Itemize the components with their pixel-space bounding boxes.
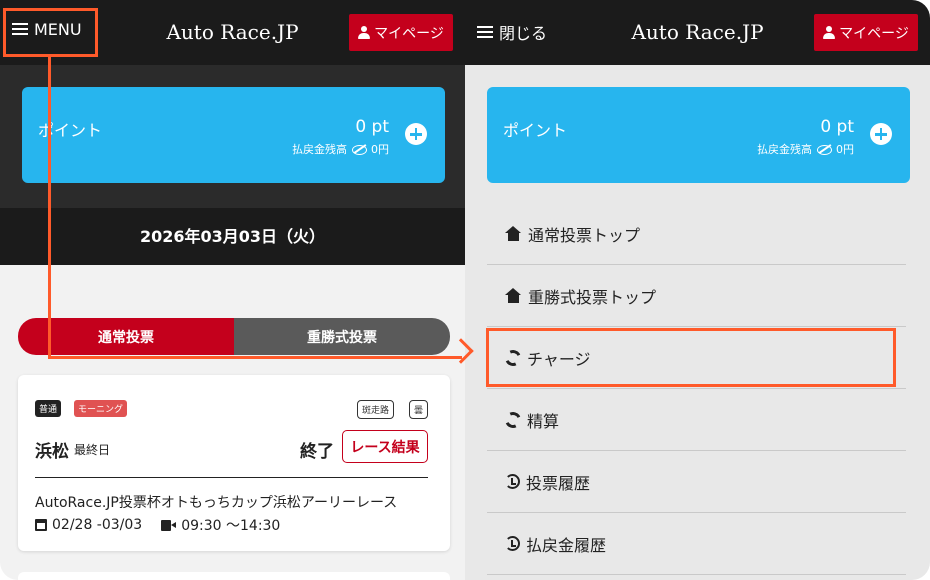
point-value: 0 pt <box>355 117 389 137</box>
point-label: ポイント <box>503 121 568 140</box>
right-screen: 閉じる Auto Race.JP マイページ ポイント 0 pt 払戻金残高 0… <box>465 0 930 580</box>
eye-slash-icon[interactable] <box>351 144 367 155</box>
payout-label: 払戻金残高 <box>757 143 812 156</box>
history-icon <box>505 474 520 489</box>
track-condition-badge: 斑走路 <box>356 400 394 419</box>
session-badge: モーニング <box>74 400 128 417</box>
payout-label: 払戻金残高 <box>292 143 347 156</box>
mypage-button[interactable]: マイページ <box>349 14 453 51</box>
eye-slash-icon[interactable] <box>816 144 832 155</box>
menu-item-label: 精算 <box>527 411 560 431</box>
history-icon <box>505 536 520 551</box>
race-title: AutoRace.JP投票杯オトもっちカップ浜松アーリーレース <box>35 495 398 511</box>
payout-balance: 払戻金残高 0円 <box>292 141 389 157</box>
payout-value: 0円 <box>371 143 389 156</box>
weather-badge: 曇 <box>408 400 428 419</box>
guide-arrow-line <box>48 57 51 359</box>
guide-arrow-line <box>48 356 462 359</box>
race-card[interactable]: 普通 モーニング 斑走路 曇 浜松 最終日 終了 レース結果 AutoRace.… <box>18 375 450 551</box>
charge-highlight-box <box>486 328 896 387</box>
point-value: 0 pt <box>820 117 854 137</box>
race-schedule: 02/28 -03/03 09:30 ～14:30 <box>35 515 280 535</box>
video-icon <box>161 519 177 531</box>
vote-type-tabs: 通常投票 重勝式投票 <box>18 318 450 355</box>
menu-item-vote-history[interactable]: 投票履歴 <box>487 451 906 513</box>
mypage-label: マイページ <box>839 25 909 42</box>
side-menu: 通常投票トップ 重勝式投票トップ チャージ 精算 投票履歴 払戻金履歴 <box>487 203 906 575</box>
menu-item-settlement[interactable]: 精算 <box>487 389 906 451</box>
home-icon <box>505 226 522 241</box>
point-card: ポイント 0 pt 払戻金残高 0円 <box>487 87 910 183</box>
race-times: 09:30 ～14:30 <box>181 518 281 534</box>
race-card[interactable] <box>18 572 450 580</box>
grade-badge: 普通 <box>35 400 62 417</box>
user-icon <box>823 26 836 39</box>
menu-item-label: 重勝式投票トップ <box>528 287 657 307</box>
menu-item-label: 通常投票トップ <box>528 225 641 245</box>
divider <box>35 477 428 478</box>
menu-item-normal-vote-top[interactable]: 通常投票トップ <box>487 203 906 265</box>
payout-balance: 払戻金残高 0円 <box>757 141 854 157</box>
mypage-button[interactable]: マイページ <box>814 14 918 51</box>
menu-item-label: 投票履歴 <box>526 473 591 493</box>
tab-jushoshiki-vote[interactable]: 重勝式投票 <box>234 318 450 355</box>
add-points-icon[interactable] <box>870 123 892 145</box>
menu-item-label: 払戻金履歴 <box>526 535 607 555</box>
mypage-label: マイページ <box>374 25 444 42</box>
current-date: 2026年03月03日（火） <box>0 208 465 265</box>
race-status: 終了 <box>300 442 334 462</box>
payout-value: 0円 <box>836 143 854 156</box>
venue-day: 最終日 <box>74 443 111 457</box>
sync-icon <box>502 409 524 430</box>
calendar-icon <box>35 519 47 531</box>
user-icon <box>358 26 371 39</box>
menu-item-jushoshiki-vote-top[interactable]: 重勝式投票トップ <box>487 265 906 327</box>
point-card: ポイント 0 pt 払戻金残高 0円 <box>22 87 445 183</box>
race-dates: 02/28 -03/03 <box>52 517 143 533</box>
header: 閉じる Auto Race.JP マイページ <box>465 0 930 65</box>
menu-item-payout-history[interactable]: 払戻金履歴 <box>487 513 906 575</box>
home-icon <box>505 288 522 303</box>
left-screen: MENU Auto Race.JP マイページ ポイント 0 pt 払戻金残高 … <box>0 0 465 580</box>
race-result-button[interactable]: レース結果 <box>342 430 428 463</box>
venue-name: 浜松 <box>35 442 69 462</box>
add-points-icon[interactable] <box>405 123 427 145</box>
menu-highlight-box <box>3 8 98 57</box>
